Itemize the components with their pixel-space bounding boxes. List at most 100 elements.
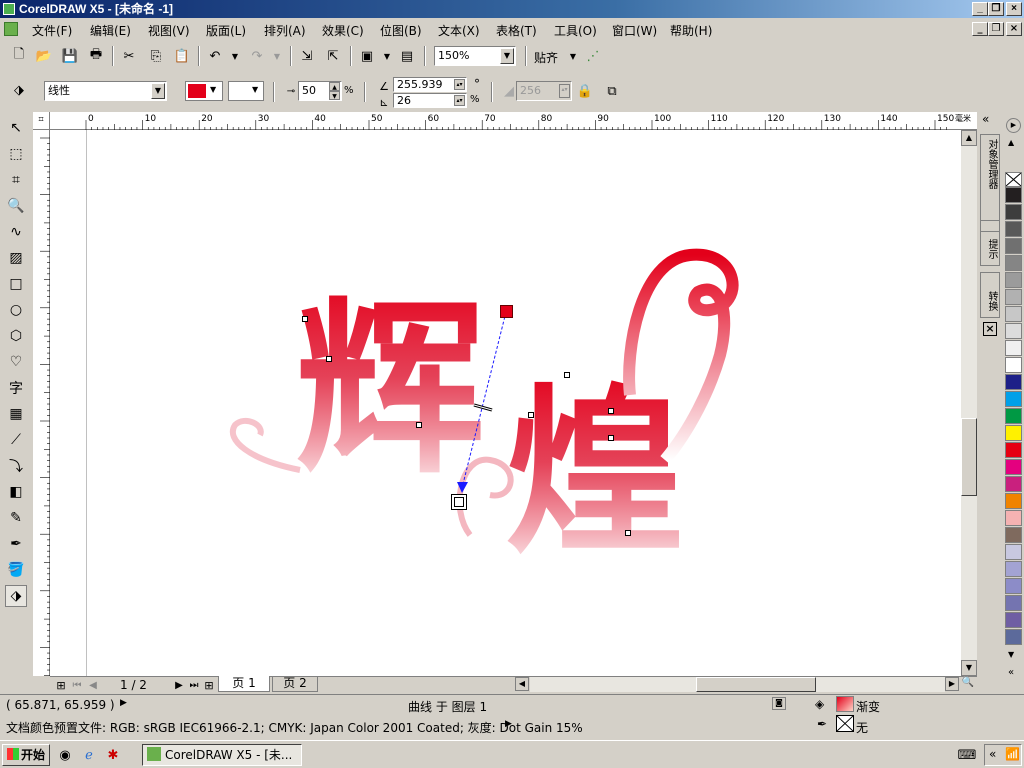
docker-close-icon[interactable]: ×: [983, 322, 997, 336]
lock-steps-icon[interactable]: 🔒: [576, 82, 594, 100]
angle-field[interactable]: 255.939 ▴▾: [393, 77, 467, 92]
angle-spin-icon[interactable]: ▴▾: [454, 79, 465, 90]
edge-spin-icon[interactable]: ▴▾: [454, 95, 465, 106]
hscroll-right-icon[interactable]: ▶: [945, 677, 959, 691]
docker-tab-transform[interactable]: 转换: [980, 272, 1000, 318]
document-color-profile[interactable]: 文档颜色预置文件: RGB: sRGB IEC61966-2.1; CMYK: …: [6, 719, 583, 736]
palette-swatch[interactable]: [1005, 561, 1022, 577]
palette-swatch[interactable]: [1005, 357, 1022, 373]
shape-tool-icon[interactable]: ⬚: [5, 143, 27, 165]
palette-swatch[interactable]: [1005, 340, 1022, 356]
menu-effects[interactable]: 效果(C): [322, 22, 364, 39]
new-document-icon[interactable]: 🗋: [10, 47, 28, 65]
menu-file[interactable]: 文件(F): [32, 22, 72, 39]
eyedropper-tool-icon[interactable]: ✎: [5, 507, 27, 529]
smart-fill-tool-icon[interactable]: ▨: [5, 247, 27, 269]
palette-swatch[interactable]: [1005, 527, 1022, 543]
keyboard-icon[interactable]: ⌨: [958, 746, 977, 764]
gradient-end-handle[interactable]: [451, 494, 467, 510]
ellipse-tool-icon[interactable]: ○: [5, 299, 27, 321]
cut-icon[interactable]: ✂: [120, 47, 138, 65]
zoom-dropdown-icon[interactable]: ▼: [500, 48, 514, 64]
rectangle-tool-icon[interactable]: □: [5, 273, 27, 295]
node-handle[interactable]: [416, 422, 422, 428]
tray-expand-icon[interactable]: «: [989, 747, 996, 761]
interactive-fill-icon[interactable]: ⬗: [10, 81, 28, 99]
freehand-tool-icon[interactable]: ∿: [5, 221, 27, 243]
page-tab-2[interactable]: 页 2: [272, 676, 318, 692]
snap-dropdown-icon[interactable]: ▼: [564, 47, 582, 65]
redo-icon[interactable]: ↷: [248, 47, 266, 65]
node-handle[interactable]: [564, 372, 570, 378]
interactive-fill-tool-icon[interactable]: ⬗: [5, 585, 27, 607]
table-tool-icon[interactable]: ▦: [5, 403, 27, 425]
start-color-dropdown-icon[interactable]: ▼: [210, 85, 216, 94]
palette-swatch[interactable]: [1005, 391, 1022, 407]
menu-edit[interactable]: 编辑(E): [90, 22, 131, 39]
ruler-origin[interactable]: ⌗: [33, 112, 50, 130]
connector-tool-icon[interactable]: ⤵: [5, 455, 27, 477]
taskbar-coreldraw-button[interactable]: CorelDRAW X5 - [未...: [142, 744, 302, 766]
vertical-ruler[interactable]: 130 120 110 100 90 80 70 60 50 40: [33, 130, 50, 676]
palette-swatch[interactable]: [1005, 578, 1022, 594]
outline-swatch[interactable]: [836, 715, 854, 732]
edge-pad-field[interactable]: 26 ▴▾: [393, 93, 467, 108]
palette-swatch[interactable]: [1005, 255, 1022, 271]
scroll-up-icon[interactable]: ▲: [961, 130, 977, 146]
menu-tools[interactable]: 工具(O): [554, 22, 597, 39]
node-handle[interactable]: [528, 412, 534, 418]
quicklaunch-ie-icon[interactable]: ℯ: [80, 746, 98, 764]
print-icon[interactable]: 🖶: [87, 47, 105, 65]
steps-field[interactable]: 256 ▴▾: [516, 81, 572, 101]
node-handle[interactable]: [608, 435, 614, 441]
palette-expand-icon[interactable]: «: [1008, 667, 1014, 678]
palette-swatch[interactable]: [1005, 425, 1022, 441]
zoom-tool-icon[interactable]: 🔍: [5, 195, 27, 217]
options-icon[interactable]: ⋰: [584, 47, 602, 65]
scroll-thumb[interactable]: [961, 418, 977, 496]
midpoint-field[interactable]: 50 ▲ ▼: [298, 81, 342, 101]
fill-tool-icon[interactable]: 🪣: [5, 559, 27, 581]
undo-icon[interactable]: ↶: [206, 47, 224, 65]
fill-type-dropdown[interactable]: 线性 ▼: [44, 81, 167, 101]
palette-swatch[interactable]: [1005, 221, 1022, 237]
palette-swatch[interactable]: [1005, 544, 1022, 560]
close-button[interactable]: ×: [1006, 2, 1022, 16]
menu-layout[interactable]: 版面(L): [206, 22, 246, 39]
palette-swatch[interactable]: [1005, 323, 1022, 339]
doc-close-button[interactable]: ×: [1006, 22, 1022, 36]
text-tool-icon[interactable]: 字: [5, 377, 27, 399]
palette-scroll-up-icon[interactable]: ▶: [1006, 118, 1021, 133]
palette-swatch[interactable]: [1005, 595, 1022, 611]
undo-dropdown-icon[interactable]: ▼: [226, 47, 244, 65]
docker-collapse-icon[interactable]: «: [982, 112, 989, 126]
palette-swatch[interactable]: [1005, 442, 1022, 458]
doc-restore-button[interactable]: ❐: [988, 22, 1004, 36]
start-button[interactable]: 开始: [2, 744, 50, 766]
gradient-start-handle[interactable]: [500, 305, 513, 318]
open-icon[interactable]: 📂: [35, 47, 53, 65]
drawing-canvas[interactable]: 辉 煌: [50, 130, 961, 676]
basic-shapes-tool-icon[interactable]: ♡: [5, 351, 27, 373]
restore-button[interactable]: ❐: [988, 2, 1004, 16]
add-page-after-icon[interactable]: ⊞: [200, 676, 218, 694]
node-handle[interactable]: [608, 408, 614, 414]
zoom-level-field[interactable]: 150% ▼: [434, 46, 516, 66]
menu-bitmaps[interactable]: 位图(B): [380, 22, 422, 39]
palette-swatch[interactable]: [1005, 306, 1022, 322]
crop-tool-icon[interactable]: ⌗: [5, 169, 27, 191]
launcher-dropdown-icon[interactable]: ▼: [378, 47, 396, 65]
hscroll-thumb[interactable]: [696, 677, 816, 692]
prev-page-icon[interactable]: ◀: [84, 676, 102, 694]
midpoint-spin-down-icon[interactable]: ▼: [329, 91, 340, 100]
page-tab-1[interactable]: 页 1: [218, 676, 270, 692]
palette-scroll-down-icon[interactable]: ▼: [1008, 650, 1014, 659]
palette-swatch[interactable]: [1005, 289, 1022, 305]
blend-tool-icon[interactable]: ◧: [5, 481, 27, 503]
fill-swatch[interactable]: [836, 696, 854, 712]
polygon-tool-icon[interactable]: ⬡: [5, 325, 27, 347]
steps-spin-icon[interactable]: ▴▾: [559, 84, 570, 98]
node-handle[interactable]: [302, 316, 308, 322]
fill-type-dropdown-icon[interactable]: ▼: [151, 83, 165, 99]
navigator-icon[interactable]: 🔍: [960, 677, 976, 692]
